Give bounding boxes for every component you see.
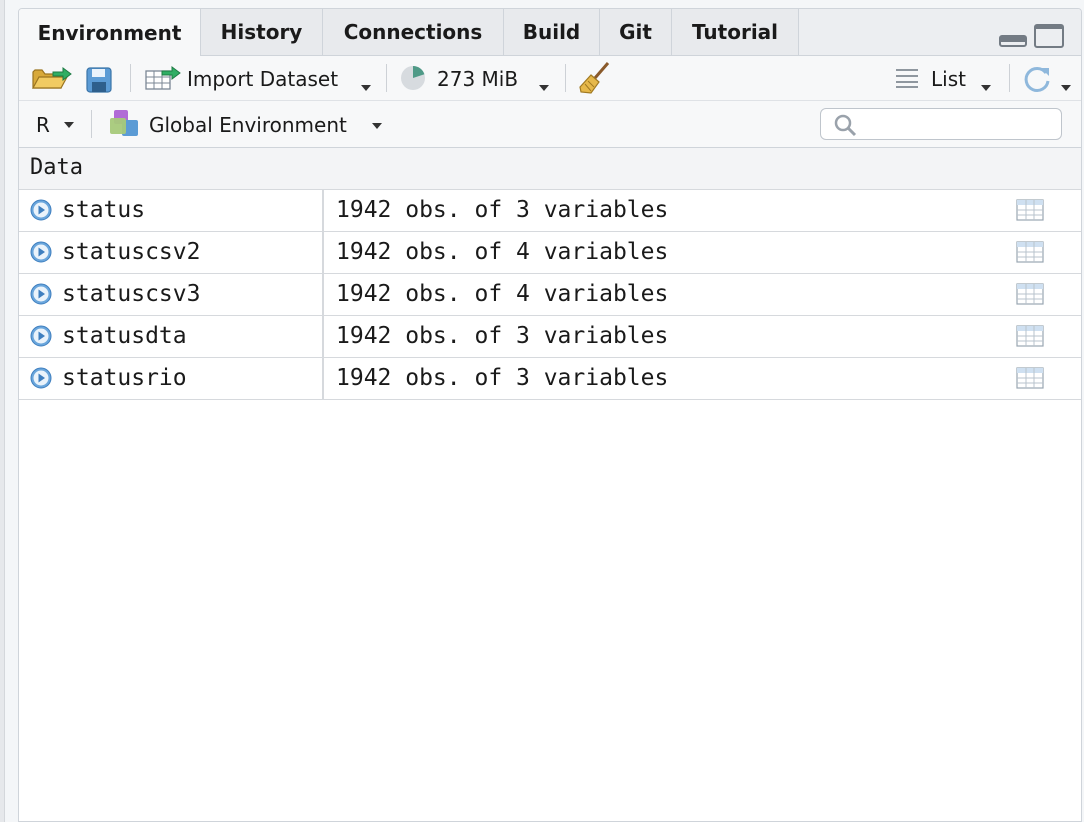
table-row[interactable]: statusrio 1942 obs. of 3 variables <box>19 358 1081 400</box>
import-dataset-button[interactable]: Import Dataset <box>187 67 338 91</box>
variable-name: statusdta <box>62 323 187 349</box>
variable-value: 1942 obs. of 3 variables <box>336 365 669 391</box>
name-cell: statusrio <box>19 358 324 399</box>
search-input[interactable] <box>865 113 1055 137</box>
toolbar-separator <box>1009 64 1010 92</box>
expand-icon[interactable] <box>30 283 52 305</box>
tab-connections[interactable]: Connections <box>323 9 504 55</box>
tab-history[interactable]: History <box>201 9 323 55</box>
variable-name: statuscsv3 <box>62 281 201 307</box>
environment-table: status 1942 obs. of 3 variables statuscs… <box>19 190 1081 400</box>
variable-value: 1942 obs. of 4 variables <box>336 281 669 307</box>
expand-icon[interactable] <box>30 199 52 221</box>
language-selector[interactable]: R <box>36 113 50 137</box>
tab-label: Tutorial <box>691 20 779 44</box>
tab-label: Git <box>619 20 652 44</box>
variable-value: 1942 obs. of 3 variables <box>336 197 669 223</box>
tab-git[interactable]: Git <box>600 9 672 55</box>
variable-name: statuscsv2 <box>62 239 201 265</box>
broom-icon[interactable] <box>577 60 613 96</box>
table-row[interactable]: statuscsv2 1942 obs. of 4 variables <box>19 232 1081 274</box>
minimize-pane-button[interactable] <box>999 35 1027 47</box>
section-title: Data <box>30 155 83 180</box>
save-icon[interactable] <box>85 66 113 94</box>
table-row[interactable]: statuscsv3 1942 obs. of 4 variables <box>19 274 1081 316</box>
view-mode-button[interactable]: List <box>931 67 966 91</box>
tab-tutorial[interactable]: Tutorial <box>672 9 799 55</box>
environment-pane: Environment History Connections Build Gi… <box>18 8 1082 822</box>
view-data-icon[interactable] <box>1016 199 1044 221</box>
list-icon <box>896 69 918 88</box>
environment-selector[interactable]: Global Environment <box>149 113 347 137</box>
tab-bar: Environment History Connections Build Gi… <box>19 9 1081 56</box>
toolbar-separator <box>130 64 131 92</box>
memory-usage-button[interactable]: 273 MiB <box>437 67 518 91</box>
maximize-pane-button[interactable] <box>1034 24 1064 48</box>
environment-icon <box>110 110 138 136</box>
expand-icon[interactable] <box>30 325 52 347</box>
chevron-down-icon[interactable] <box>372 123 382 129</box>
open-folder-icon[interactable] <box>31 64 73 92</box>
table-row[interactable]: status 1942 obs. of 3 variables <box>19 190 1081 232</box>
name-cell: statuscsv3 <box>19 274 324 315</box>
search-icon <box>834 114 857 137</box>
tab-label: History <box>220 20 303 44</box>
variable-name: status <box>62 197 146 223</box>
expand-icon[interactable] <box>30 367 52 389</box>
toolbar-separator <box>565 64 566 92</box>
tab-environment[interactable]: Environment <box>19 9 201 56</box>
chevron-down-icon[interactable] <box>539 85 549 91</box>
chevron-down-icon[interactable] <box>981 85 991 91</box>
chevron-down-icon[interactable] <box>361 85 371 91</box>
memory-pie-icon <box>401 66 425 90</box>
chevron-down-icon[interactable] <box>1061 85 1071 91</box>
variable-value: 1942 obs. of 4 variables <box>336 239 669 265</box>
tab-label: Environment <box>37 20 182 45</box>
tab-build[interactable]: Build <box>504 9 600 55</box>
tab-label: Connections <box>343 20 483 44</box>
view-data-icon[interactable] <box>1016 367 1044 389</box>
name-cell: status <box>19 190 324 231</box>
refresh-icon[interactable] <box>1022 64 1052 94</box>
name-cell: statusdta <box>19 316 324 357</box>
search-box[interactable] <box>820 108 1062 140</box>
variable-value: 1942 obs. of 3 variables <box>336 323 669 349</box>
view-data-icon[interactable] <box>1016 325 1044 347</box>
view-data-icon[interactable] <box>1016 283 1044 305</box>
view-data-icon[interactable] <box>1016 241 1044 263</box>
environment-selector-bar: R Global Environment <box>19 101 1081 148</box>
table-row[interactable]: statusdta 1942 obs. of 3 variables <box>19 316 1081 358</box>
toolbar-separator <box>386 64 387 92</box>
toolbar-separator <box>91 110 92 138</box>
variable-name: statusrio <box>62 365 187 391</box>
environment-toolbar: Import Dataset 273 MiB List <box>19 56 1081 101</box>
data-section-header: Data <box>19 148 1081 190</box>
tab-label: Build <box>522 20 581 44</box>
expand-icon[interactable] <box>30 241 52 263</box>
import-dataset-icon[interactable] <box>144 65 182 91</box>
left-pane-edge <box>0 0 5 822</box>
chevron-down-icon[interactable] <box>64 122 74 128</box>
name-cell: statuscsv2 <box>19 232 324 273</box>
